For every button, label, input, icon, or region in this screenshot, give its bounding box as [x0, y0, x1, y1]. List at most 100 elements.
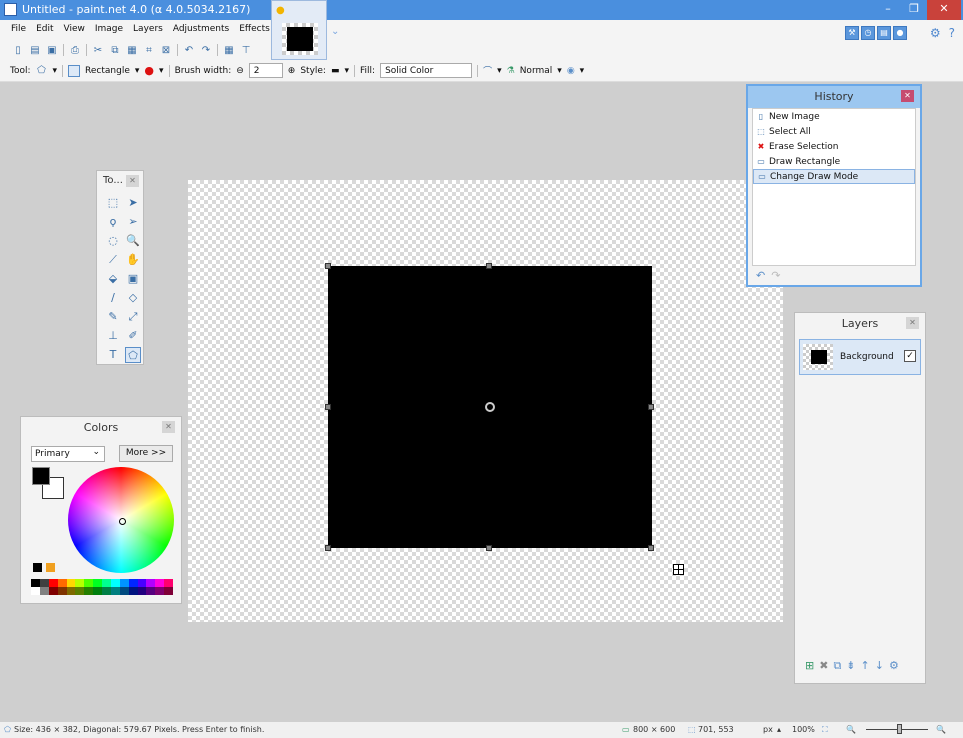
magic-wand-icon[interactable]: ⟋ — [105, 252, 121, 268]
resize-handle[interactable] — [648, 404, 654, 410]
colors-toggle-icon[interactable]: ● — [893, 26, 907, 40]
zoom-level[interactable]: 100% — [792, 725, 815, 734]
menu-image[interactable]: Image — [90, 20, 128, 40]
paintbrush-icon[interactable]: ∕ — [105, 290, 121, 306]
resize-handle[interactable] — [325, 263, 331, 269]
dropdown-arrow-icon[interactable]: ▾ — [344, 66, 349, 76]
blend-mode-select[interactable]: Normal — [520, 66, 553, 76]
layer-visibility-checkbox[interactable]: ✓ — [904, 350, 916, 362]
dropdown-arrow-icon[interactable]: ▾ — [53, 66, 58, 76]
primary-color-swatch[interactable] — [32, 467, 50, 485]
image-canvas[interactable] — [188, 180, 783, 622]
move-layer-up-icon[interactable]: ↑ — [861, 659, 870, 673]
menu-effects[interactable]: Effects — [234, 20, 275, 40]
recolor-icon[interactable]: ✐ — [125, 328, 141, 344]
zoom-slider-knob[interactable] — [897, 724, 902, 734]
shape-mode-icon[interactable]: ● — [144, 64, 154, 77]
ruler-icon[interactable]: ⊤ — [240, 44, 252, 56]
duplicate-layer-icon[interactable]: ⧉ — [833, 659, 841, 673]
units-select[interactable]: px — [763, 725, 773, 734]
resize-handle[interactable] — [325, 404, 331, 410]
history-close-button[interactable]: ✕ — [901, 90, 914, 102]
reset-colors-icon[interactable] — [33, 563, 42, 572]
pencil-icon[interactable]: ✎ — [105, 309, 121, 325]
redo-icon[interactable]: ↷ — [200, 44, 212, 56]
text-icon[interactable]: T — [105, 347, 121, 363]
color-wheel[interactable] — [68, 467, 174, 573]
tools-close-button[interactable]: ✕ — [126, 175, 139, 187]
layers-toggle-icon[interactable]: ▤ — [877, 26, 891, 40]
menu-file[interactable]: File — [6, 20, 31, 40]
zoom-in-icon[interactable]: 🔍 — [936, 725, 946, 734]
zoom-out-icon[interactable]: 🔍 — [846, 725, 856, 734]
dropdown-arrow-icon[interactable]: ▾ — [580, 66, 585, 76]
units-dropdown-icon[interactable]: ▴ — [777, 725, 781, 734]
resize-handle[interactable] — [648, 545, 654, 551]
move-layer-down-icon[interactable]: ↓ — [875, 659, 884, 673]
help-icon[interactable]: ? — [949, 26, 955, 40]
new-icon[interactable]: ▯ — [12, 44, 24, 56]
history-item-select-all[interactable]: ⬚ Select All — [753, 124, 915, 139]
layers-close-button[interactable]: ✕ — [906, 317, 919, 329]
ellipse-select-icon[interactable]: ◌ — [105, 233, 121, 249]
history-item-erase-selection[interactable]: ✖ Erase Selection — [753, 139, 915, 154]
colors-close-button[interactable]: ✕ — [162, 421, 175, 433]
close-button[interactable]: ✕ — [927, 0, 961, 20]
move-selection-icon[interactable]: ➢ — [125, 214, 141, 230]
cut-icon[interactable]: ✂ — [92, 44, 104, 56]
shapes-icon[interactable]: ⬠ — [125, 347, 141, 363]
shape-type-selector[interactable]: Rectangle — [85, 66, 130, 76]
menu-layers[interactable]: Layers — [128, 20, 168, 40]
dropdown-arrow-icon[interactable]: ▾ — [557, 66, 562, 76]
dash-style-icon[interactable]: ▬ — [331, 66, 340, 76]
layer-row[interactable]: Background ✓ — [799, 339, 921, 375]
undo-icon[interactable]: ↶ — [183, 44, 195, 56]
copy-icon[interactable]: ⧉ — [109, 44, 121, 56]
open-icon[interactable]: ▤ — [29, 44, 41, 56]
menu-view[interactable]: View — [59, 20, 90, 40]
history-item-draw-rectangle[interactable]: ▭ Draw Rectangle — [753, 154, 915, 169]
zoom-to-window-icon[interactable]: ⛶ — [822, 725, 828, 735]
dropdown-arrow-icon[interactable]: ▾ — [135, 66, 140, 76]
restore-button[interactable]: ❐ — [901, 0, 927, 20]
menu-adjustments[interactable]: Adjustments — [168, 20, 234, 40]
print-icon[interactable]: ⎙ — [69, 44, 81, 56]
undo-icon[interactable]: ↶ — [756, 269, 765, 282]
resize-handle[interactable] — [486, 263, 492, 269]
app-icon[interactable] — [4, 3, 17, 16]
add-layer-icon[interactable]: ⊞ — [805, 659, 814, 673]
save-icon[interactable]: ▣ — [46, 44, 58, 56]
gradient-icon[interactable]: ▣ — [125, 271, 141, 287]
menu-edit[interactable]: Edit — [31, 20, 58, 40]
pan-icon[interactable]: ✋ — [125, 252, 141, 268]
color-mode-select[interactable]: Primary — [31, 445, 105, 462]
eraser-icon[interactable]: ◇ — [125, 290, 141, 306]
antialias-icon[interactable]: ⌒ — [483, 64, 492, 77]
brush-width-input[interactable]: 2 — [248, 63, 283, 78]
color-palette[interactable] — [31, 579, 173, 595]
grid-icon[interactable]: ▦ — [223, 44, 235, 56]
history-item-new-image[interactable]: ▯ New Image — [753, 109, 915, 124]
color-picker-icon[interactable]: ⤢ — [125, 309, 141, 325]
move-handle[interactable] — [485, 402, 495, 412]
lasso-select-icon[interactable]: ϙ — [105, 214, 121, 230]
dropdown-arrow-icon[interactable]: ▾ — [497, 66, 502, 76]
crop-icon[interactable]: ⌗ — [143, 44, 155, 56]
paint-bucket-icon[interactable]: ⬙ — [105, 271, 121, 287]
image-tab[interactable]: ● — [271, 0, 327, 60]
paste-icon[interactable]: ▦ — [126, 44, 138, 56]
current-tool-icon[interactable]: ⬠ — [36, 65, 48, 77]
selection-mode-icon[interactable]: ◉ — [567, 66, 575, 76]
palette-menu-icon[interactable] — [46, 563, 55, 572]
increase-width-icon[interactable]: ⊕ — [288, 66, 296, 76]
more-colors-button[interactable]: More >> — [119, 445, 173, 462]
history-item-change-draw-mode[interactable]: ▭ Change Draw Mode — [753, 169, 915, 184]
minimize-button[interactable]: – — [875, 0, 901, 20]
resize-handle[interactable] — [325, 545, 331, 551]
history-toggle-icon[interactable]: ◷ — [861, 26, 875, 40]
delete-layer-icon[interactable]: ✖ — [819, 659, 828, 673]
move-selected-icon[interactable]: ➤ — [125, 195, 141, 211]
clone-stamp-icon[interactable]: ⊥ — [105, 328, 121, 344]
zoom-icon[interactable]: 🔍 — [125, 233, 141, 249]
merge-layer-icon[interactable]: ⇟ — [846, 659, 855, 673]
